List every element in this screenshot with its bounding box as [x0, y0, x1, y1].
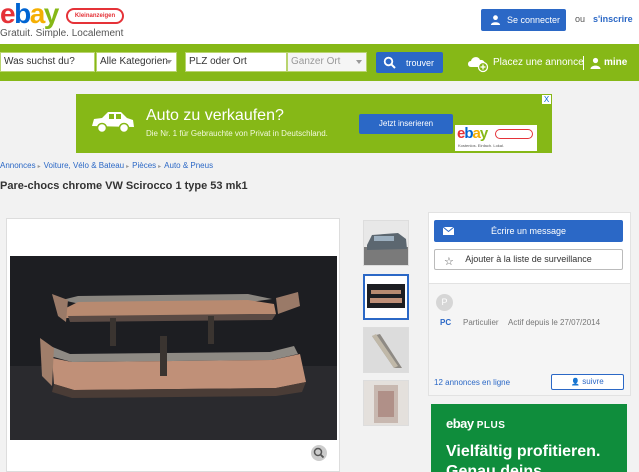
watchlist-label: Ajouter à la liste de surveillance [465, 254, 592, 264]
user-icon [490, 15, 501, 25]
or-text: ou [575, 14, 586, 24]
write-message-label: Écrire un message [490, 226, 567, 236]
ebay-plus-logo-text: ebay [446, 416, 474, 431]
kleinanzeigen-badge: Kleinanzeigen [66, 8, 124, 24]
category-value: Alle Kategorien [100, 56, 168, 67]
search-button[interactable]: trouver [376, 52, 443, 73]
chevron-right-icon: ▸ [126, 164, 130, 170]
follow-button[interactable]: 👤 suivre [551, 374, 624, 390]
ebay-logo[interactable]: ebay [0, 0, 59, 28]
thumbnail-image [365, 276, 407, 318]
top-header: ebay Kleinanzeigen Gratuit. Simple. Loca… [0, 0, 639, 44]
seller-type: Particulier [463, 318, 499, 327]
breadcrumb-item[interactable]: Pièces [132, 161, 156, 170]
ebay-plus-logo-suffix: PLUS [476, 420, 506, 431]
thumbnail-selected[interactable] [363, 274, 409, 320]
promo-headline-line-1: Vielfältig profitieren. [446, 443, 601, 460]
signup-link[interactable]: s'inscrire [593, 14, 633, 24]
thumbnail[interactable] [363, 220, 409, 266]
promo-headline-line-2: Genau deins. [446, 463, 547, 472]
close-icon[interactable]: X [542, 95, 551, 104]
search-input[interactable]: Was suchst du? [0, 52, 95, 72]
ebay-plus-logo: ebay PLUS [446, 416, 505, 431]
place-ad-label: Placez une annonce [493, 57, 584, 68]
seller-name[interactable]: PC [440, 318, 451, 327]
ad-logo-text: ebay [457, 125, 488, 142]
chevron-right-icon: ▸ [158, 164, 162, 170]
ad-subtitle: Die Nr. 1 für Gebrauchte von Privat in D… [146, 129, 328, 138]
breadcrumb: Annonces ▸ Voiture, Vélo & Bateau ▸ Pièces ▸ A… [0, 161, 213, 170]
ad-logo: ebay Kostenlos. Einfach. Lokal. [455, 125, 537, 151]
promo-headline: Vielfältig profitieren. Genau deins. [446, 442, 600, 472]
ebay-plus-promo[interactable]: ebay PLUS Vielfältig profitieren. Genau … [431, 404, 627, 472]
thumbnail-image [364, 381, 408, 425]
envelope-icon [443, 227, 454, 235]
main-product-image[interactable] [10, 256, 337, 440]
ad-logo-sub: Kostenlos. Einfach. Lokal. [458, 143, 505, 148]
search-icon [383, 56, 396, 69]
category-select[interactable]: Alle Kategorien [96, 52, 177, 72]
breadcrumb-item[interactable]: Annonces [0, 161, 36, 170]
radius-select[interactable]: Ganzer Ort [287, 52, 367, 72]
ad-cta-button[interactable]: Jetzt inserieren [359, 114, 453, 134]
avatar: P [436, 294, 453, 311]
zoom-button[interactable] [311, 445, 327, 461]
my-account-label: mine [604, 57, 628, 68]
my-account-link[interactable]: mine [590, 57, 628, 69]
image-gallery [6, 218, 340, 472]
thumbnail[interactable] [363, 380, 409, 426]
thumbnail[interactable] [363, 327, 409, 373]
radius-value: Ganzer Ort [291, 56, 341, 67]
ad-banner[interactable]: Auto zu verkaufen? Die Nr. 1 für Gebrauc… [76, 94, 552, 153]
breadcrumb-item[interactable]: Auto & Pneus [164, 161, 213, 170]
divider [583, 56, 584, 70]
page-title: Pare-chocs chrome VW Scirocco 1 type 53 … [0, 180, 248, 192]
chevron-down-icon [356, 60, 362, 64]
car-icon [92, 112, 134, 134]
bumper-photo [10, 256, 337, 440]
chevron-down-icon [166, 60, 172, 64]
contact-panel: Écrire un message ☆ Ajouter à la liste d… [428, 212, 631, 396]
ad-title: Auto zu verkaufen? [146, 107, 284, 124]
login-button[interactable]: Se connecter [481, 9, 566, 31]
seller-listing-count[interactable]: 12 annonces en ligne [434, 378, 510, 387]
add-to-watchlist-button[interactable]: ☆ Ajouter à la liste de surveillance [434, 249, 623, 270]
seller-info: P PC Particulier Actif depuis le 27/07/2… [429, 283, 630, 395]
thumbnail-image [364, 328, 408, 372]
user-icon [590, 57, 601, 69]
thumbnail-image [364, 221, 408, 265]
write-message-button[interactable]: Écrire un message [434, 220, 623, 242]
cloud-plus-icon [468, 57, 489, 73]
seller-active-since: Actif depuis le 27/07/2014 [508, 318, 601, 327]
search-bar: Was suchst du? Alle Kategorien PLZ oder … [0, 44, 639, 81]
user-plus-icon: 👤 [571, 379, 581, 386]
breadcrumb-item[interactable]: Voiture, Vélo & Bateau [44, 161, 125, 170]
tagline: Gratuit. Simple. Localement [0, 28, 124, 39]
follow-label: suivre [582, 377, 604, 386]
search-button-label: trouver [406, 57, 435, 68]
ad-logo-badge [495, 129, 533, 139]
star-icon: ☆ [444, 256, 454, 268]
chevron-right-icon: ▸ [37, 164, 41, 170]
place-ad-button[interactable]: Placez une annonce [466, 55, 584, 73]
magnifier-icon [313, 447, 325, 459]
login-label: Se connecter [507, 15, 561, 25]
location-input[interactable]: PLZ oder Ort [185, 52, 287, 72]
